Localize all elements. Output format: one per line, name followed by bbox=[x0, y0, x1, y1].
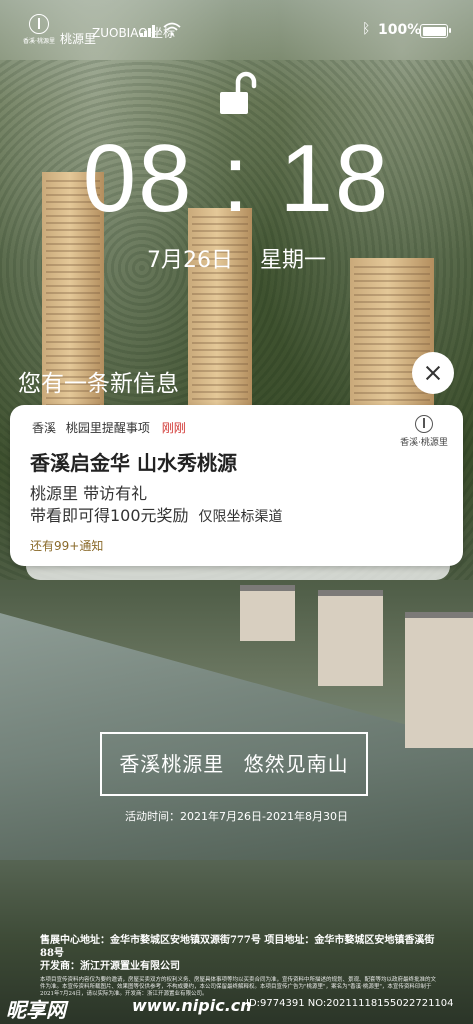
status-bar: 香溪·桃源里 桃源里 ZUOBIAO.坐标 ᛒ 100% bbox=[0, 0, 473, 60]
footer-info: 售展中心地址：金华市婺城区安地镇双源街777号 项目地址：金华市婺城区安地镇香溪… bbox=[40, 934, 440, 998]
villa-building bbox=[240, 585, 295, 641]
signal-icon bbox=[140, 25, 156, 37]
new-message-heading: 您有一条新信息 bbox=[18, 371, 179, 397]
footer-address: 售展中心地址：金华市婺城区安地镇双源街777号 项目地址：金华市婺城区安地镇香溪… bbox=[40, 935, 435, 959]
close-icon[interactable] bbox=[412, 352, 454, 394]
notification-line: 带看即可得100元奖励 仅限坐标渠道 bbox=[30, 502, 283, 526]
notification-title: 香溪启金华 山水秀桃源 bbox=[30, 451, 237, 475]
lock-clock: 08 : 18 bbox=[82, 125, 391, 232]
date-text: 7月26日 bbox=[146, 248, 233, 273]
battery-percentage: 100% bbox=[378, 22, 422, 38]
slogan-part: 香溪桃源里 bbox=[119, 752, 225, 776]
brand-logo: 香溪·桃源里 bbox=[22, 14, 56, 50]
event-period: 活动时间：2021年7月26日-2021年8月30日 bbox=[125, 810, 348, 823]
brand-seal-icon bbox=[29, 14, 49, 34]
battery-icon bbox=[420, 24, 451, 38]
slogan-box: 香溪桃源里 悠然见南山 bbox=[100, 732, 368, 796]
notification-time: 刚刚 bbox=[161, 421, 186, 435]
card-logo-text: 香溪·桃源里 bbox=[400, 438, 448, 448]
brand-logo-text: 香溪·桃源里 bbox=[23, 38, 55, 45]
reward-text: 带看即可得100元奖励 bbox=[30, 506, 189, 525]
watermark-id: ID:9774391 NO:20211118155022721104 bbox=[246, 998, 454, 1009]
channel-note: 仅限坐标渠道 bbox=[198, 509, 283, 525]
notification-card[interactable]: 香溪 桃园里提醒事项 刚刚 香溪·桃源里 香溪启金华 山水秀桃源 桃源里 带访有… bbox=[10, 405, 463, 566]
villa-building bbox=[318, 590, 383, 686]
slogan-part: 悠然见南山 bbox=[243, 752, 349, 776]
brand-name: 桃源里 bbox=[60, 32, 97, 46]
lock-date: 7月26日 星期一 bbox=[0, 242, 473, 274]
villa-building bbox=[405, 612, 473, 748]
notification-source: 香溪 bbox=[32, 421, 57, 435]
more-notifications-link[interactable]: 还有99+通知 bbox=[30, 537, 103, 554]
bluetooth-icon: ᛒ bbox=[362, 21, 371, 37]
notification-line: 桃源里 带访有礼 bbox=[30, 484, 148, 503]
watermark-url: www.nipic.cn bbox=[132, 996, 252, 1015]
wifi-icon bbox=[163, 22, 181, 36]
brand-seal-icon bbox=[415, 415, 433, 433]
highrise-tower bbox=[188, 208, 252, 408]
watermark-logo: 昵享网 bbox=[6, 998, 66, 1022]
unlocked-padlock-icon[interactable] bbox=[218, 70, 262, 116]
notification-header: 香溪 桃园里提醒事项 刚刚 bbox=[32, 419, 186, 436]
notification-app: 桃园里提醒事项 bbox=[65, 421, 150, 435]
footer-disclaimer: 本项目宣传资料内容仅为要约邀请，房屋买卖双方的权利义务、房屋具体事项等均以买卖合… bbox=[40, 977, 437, 997]
card-brand-logo: 香溪·桃源里 bbox=[398, 415, 450, 451]
footer-developer: 开发商：浙江开源置业有限公司 bbox=[40, 961, 180, 972]
weekday-text: 星期一 bbox=[259, 248, 326, 273]
